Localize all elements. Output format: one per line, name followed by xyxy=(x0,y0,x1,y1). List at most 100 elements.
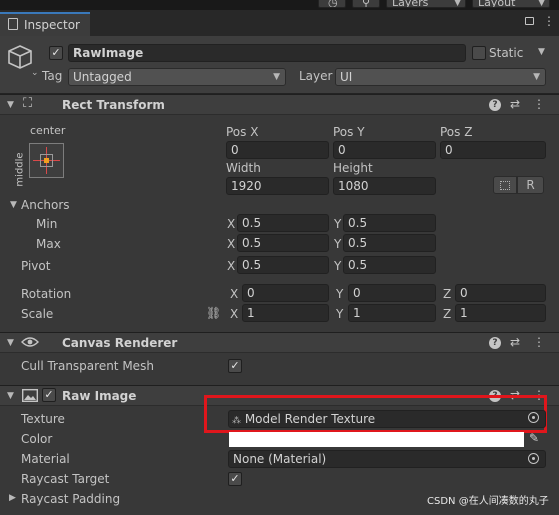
rotation-x-field[interactable]: 0 xyxy=(242,284,329,302)
rotation-y-field[interactable]: 0 xyxy=(348,284,436,302)
height-label: Height xyxy=(333,161,373,175)
rot-y-axis-label: Y xyxy=(336,287,344,301)
rect-transform-icon: ⛶ xyxy=(23,96,33,111)
more-options-icon[interactable]: ⋮ xyxy=(543,14,555,28)
max-x-field[interactable]: 0.5 xyxy=(237,234,329,252)
anchor-dot xyxy=(44,158,49,163)
cull-transparent-mesh-label: Cull Transparent Mesh xyxy=(21,359,154,373)
lock-icon[interactable] xyxy=(525,17,534,25)
anchor-preset-v-label: middle xyxy=(14,152,26,187)
gameobject-cube-icon xyxy=(8,45,32,69)
scale-x-axis-label: X xyxy=(230,307,239,321)
height-field[interactable]: 1080 xyxy=(333,177,436,195)
scale-y-axis-label: Y xyxy=(336,307,344,321)
foldout-arrow-icon[interactable]: ▼ xyxy=(7,338,14,348)
pos-x-label: Pos X xyxy=(226,125,259,139)
scale-label: Scale xyxy=(21,307,54,321)
scale-z-field[interactable]: 1 xyxy=(455,304,546,322)
pivot-label: Pivot xyxy=(21,259,51,273)
pivot-y-field[interactable]: 0.5 xyxy=(343,256,436,274)
blueprint-icon xyxy=(500,181,510,190)
max-x-axis-label: X xyxy=(227,237,236,251)
more-options-icon[interactable]: ⋮ xyxy=(532,97,546,111)
more-options-icon[interactable]: ⋮ xyxy=(532,335,546,349)
static-label: Static xyxy=(489,46,524,60)
pos-y-label: Pos Y xyxy=(333,125,365,139)
raw-image-enabled-checkbox[interactable]: ✓ xyxy=(42,388,56,402)
chevron-down-icon: ▼ xyxy=(273,72,280,82)
raw-image-title: Raw Image xyxy=(62,389,137,403)
max-label: Max xyxy=(36,237,61,251)
tab-inspector[interactable]: Inspector xyxy=(0,12,90,36)
header-fold-icon: ⌄ xyxy=(31,68,39,78)
search-button[interactable]: ⚲ xyxy=(352,0,380,8)
pivot-x-axis-label: X xyxy=(227,259,236,273)
width-label: Width xyxy=(226,161,261,175)
active-checkbox[interactable]: ✓ xyxy=(49,46,63,60)
material-label: Material xyxy=(21,452,70,466)
presets-icon[interactable]: ⇄ xyxy=(508,335,522,349)
pos-z-label: Pos Z xyxy=(440,125,473,139)
object-picker-icon[interactable] xyxy=(528,412,539,423)
search-icon: ⚲ xyxy=(362,0,371,8)
object-name-field[interactable]: RawImage xyxy=(68,44,466,62)
rotation-z-field[interactable]: 0 xyxy=(455,284,546,302)
object-picker-icon[interactable] xyxy=(528,453,539,464)
raw-edit-label: R xyxy=(526,178,535,192)
color-label: Color xyxy=(21,432,53,446)
cull-transparent-mesh-checkbox[interactable]: ✓ xyxy=(228,359,242,373)
min-y-field[interactable]: 0.5 xyxy=(343,214,436,232)
history-button[interactable]: ◷ xyxy=(318,0,346,8)
max-y-field[interactable]: 0.5 xyxy=(343,234,436,252)
pos-y-field[interactable]: 0 xyxy=(333,141,436,159)
history-icon: ◷ xyxy=(328,0,338,8)
layer-value: UI xyxy=(340,70,353,84)
blueprint-mode-button[interactable] xyxy=(493,176,517,194)
layout-dropdown[interactable]: Layout ▼ xyxy=(472,0,550,8)
color-swatch[interactable] xyxy=(229,432,524,447)
static-dropdown-icon[interactable]: ▼ xyxy=(538,47,545,57)
pos-x-field[interactable]: 0 xyxy=(226,141,329,159)
max-y-axis-label: Y xyxy=(334,237,342,251)
min-label: Min xyxy=(36,217,58,231)
raycast-target-checkbox[interactable]: ✓ xyxy=(228,472,242,486)
help-icon[interactable]: ? xyxy=(489,99,501,111)
pivot-x-field[interactable]: 0.5 xyxy=(237,256,329,274)
min-x-field[interactable]: 0.5 xyxy=(237,214,329,232)
tag-dropdown[interactable]: Untagged ▼ xyxy=(68,68,286,86)
material-object-field[interactable]: None (Material) xyxy=(228,450,546,468)
raw-edit-button[interactable]: R xyxy=(517,176,544,194)
width-field[interactable]: 1920 xyxy=(226,177,329,195)
help-icon[interactable]: ? xyxy=(489,337,501,349)
presets-icon[interactable]: ⇄ xyxy=(508,97,522,111)
anchors-label: Anchors xyxy=(21,198,70,212)
texture-label: Texture xyxy=(21,412,65,426)
min-x-axis-label: X xyxy=(227,217,236,231)
render-texture-icon: ⁂ xyxy=(232,416,241,426)
static-checkbox[interactable] xyxy=(472,46,486,60)
anchors-foldout-icon[interactable]: ▼ xyxy=(10,200,17,210)
chevron-down-icon: ▼ xyxy=(538,0,545,8)
foldout-arrow-icon[interactable]: ▼ xyxy=(7,391,14,401)
pivot-y-axis-label: Y xyxy=(334,259,342,273)
foldout-arrow-icon[interactable]: ▼ xyxy=(7,100,14,110)
eye-icon xyxy=(21,337,39,347)
scale-x-field[interactable]: 1 xyxy=(242,304,329,322)
eyedropper-icon[interactable]: ✎ xyxy=(529,431,539,445)
canvas-renderer-title: Canvas Renderer xyxy=(62,336,178,350)
layers-label: Layers xyxy=(392,0,429,8)
layer-dropdown[interactable]: UI ▼ xyxy=(335,68,546,86)
raycast-target-label: Raycast Target xyxy=(21,472,110,486)
pos-z-field[interactable]: 0 xyxy=(440,141,546,159)
rot-x-axis-label: X xyxy=(230,287,239,301)
raycast-padding-foldout-icon[interactable]: ▶ xyxy=(9,493,16,503)
image-icon xyxy=(22,389,38,402)
layers-dropdown[interactable]: Layers ▼ xyxy=(386,0,466,8)
tag-label: Tag xyxy=(42,69,63,83)
rotation-label: Rotation xyxy=(21,287,72,301)
constrain-proportions-icon[interactable]: ⛓ xyxy=(206,306,221,320)
anchor-presets-button[interactable] xyxy=(29,143,64,178)
texture-object-field[interactable]: ⁂ Model Render Texture xyxy=(228,410,546,428)
watermark: CSDN @在人间凑数的丸子 xyxy=(427,496,549,507)
scale-y-field[interactable]: 1 xyxy=(348,304,436,322)
